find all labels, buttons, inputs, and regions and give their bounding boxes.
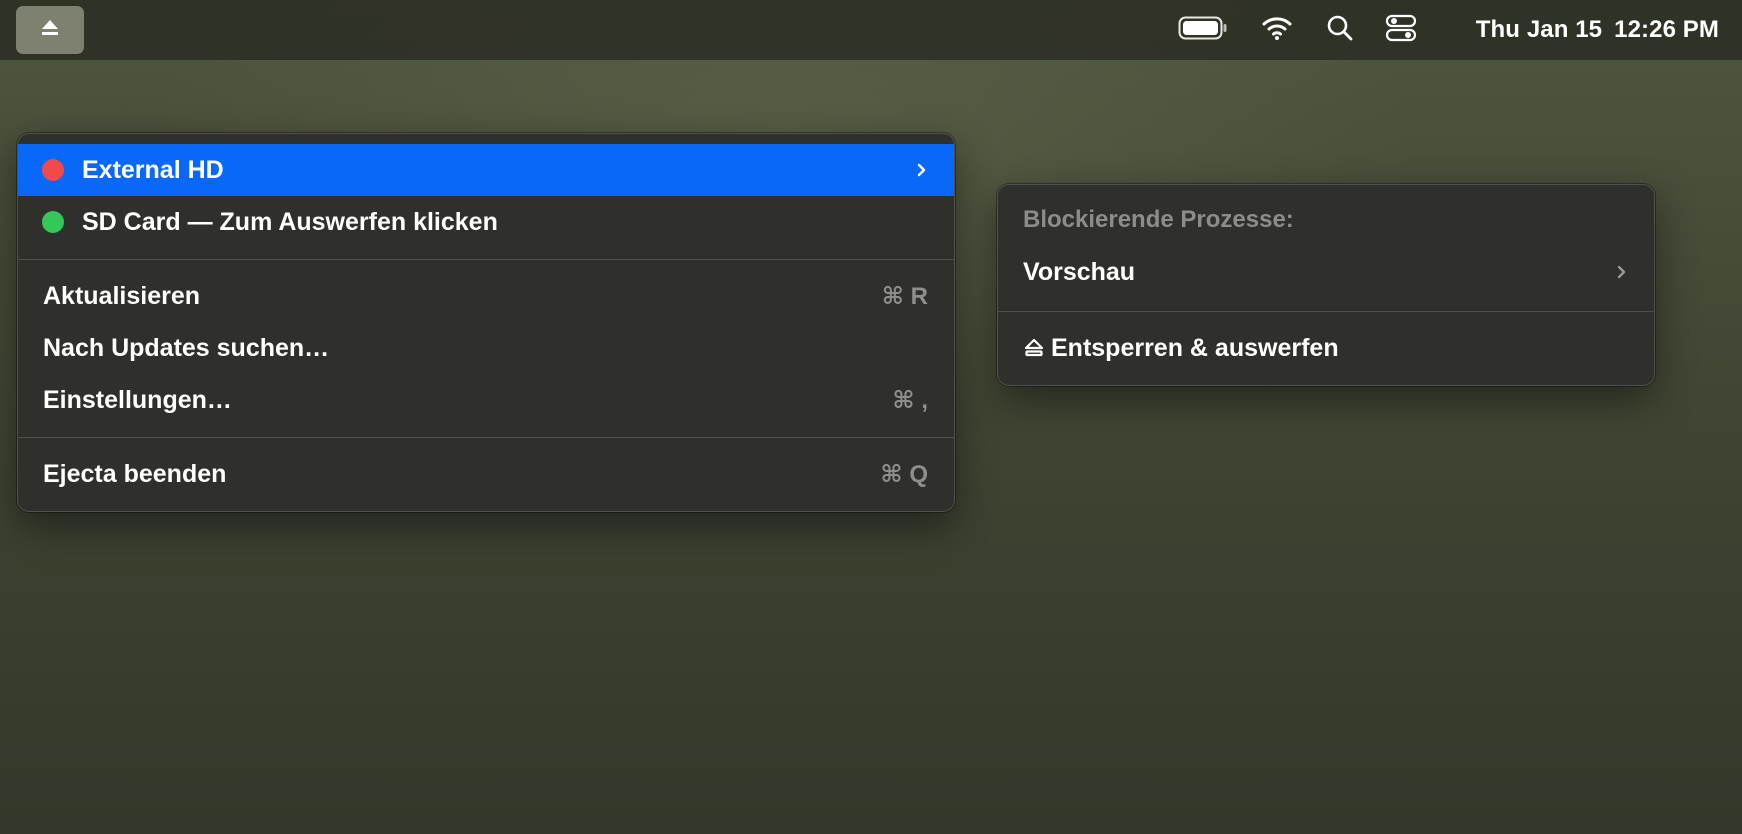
drive-item-label: SD Card — Zum Auswerfen klicken xyxy=(82,207,498,236)
wifi-status-item[interactable] xyxy=(1260,0,1294,60)
battery-status-item[interactable] xyxy=(1177,0,1229,60)
menu-divider xyxy=(998,311,1654,312)
clock-time: 12:26 PM xyxy=(1614,16,1719,43)
wifi-icon xyxy=(1262,15,1292,46)
menu-divider xyxy=(18,437,954,438)
menu-item-settings[interactable]: Einstellungen… ⌘ , xyxy=(18,374,954,426)
unlock-and-eject-label: Entsperren & auswerfen xyxy=(1051,333,1339,362)
menu-item-quit[interactable]: Ejecta beenden ⌘ Q xyxy=(18,448,954,500)
menu-item-shortcut: ⌘ R xyxy=(881,282,928,310)
battery-icon xyxy=(1178,15,1228,46)
menu-divider xyxy=(18,259,954,260)
chevron-right-icon xyxy=(916,144,928,196)
external-hd-submenu: Blockierende Prozesse: Vorschau Entsperr… xyxy=(997,184,1655,386)
menu-item-label: Einstellungen… xyxy=(43,385,232,414)
blocking-processes-heading: Blockierende Prozesse: xyxy=(1023,206,1294,233)
menubar-clock[interactable]: Thu Jan 15 12:26 PM xyxy=(1476,0,1719,60)
drive-item-label: External HD xyxy=(82,155,224,184)
eject-icon xyxy=(1023,337,1045,359)
drive-status-dot-green xyxy=(42,211,64,233)
control-center-icon xyxy=(1385,14,1417,47)
menu-item-shortcut: ⌘ Q xyxy=(880,460,928,488)
search-icon xyxy=(1326,14,1354,47)
drive-item-external-hd[interactable]: External HD xyxy=(18,144,954,196)
menu-bar: Thu Jan 15 12:26 PM xyxy=(0,0,1742,60)
control-center-status-item[interactable] xyxy=(1382,0,1420,60)
unlock-and-eject-item[interactable]: Entsperren & auswerfen xyxy=(998,322,1654,374)
process-item-label: Vorschau xyxy=(1023,257,1136,286)
drive-item-sd-card[interactable]: SD Card — Zum Auswerfen klicken xyxy=(18,196,954,248)
chevron-right-icon xyxy=(1616,246,1628,298)
menu-item-label: Ejecta beenden xyxy=(43,459,227,488)
eject-icon xyxy=(40,19,60,42)
drive-status-dot-red xyxy=(42,159,64,181)
ejecta-menu-extra-button[interactable] xyxy=(16,6,84,54)
menu-item-label: Nach Updates suchen… xyxy=(43,333,330,362)
spotlight-status-item[interactable] xyxy=(1323,0,1357,60)
menu-item-check-updates[interactable]: Nach Updates suchen… xyxy=(18,322,954,374)
process-item-vorschau[interactable]: Vorschau xyxy=(998,246,1654,298)
menu-item-shortcut: ⌘ , xyxy=(892,386,928,414)
ejecta-dropdown-menu: External HD SD Card — Zum Auswerfen klic… xyxy=(17,133,955,512)
menu-item-refresh[interactable]: Aktualisieren ⌘ R xyxy=(18,270,954,322)
menu-item-label: Aktualisieren xyxy=(43,281,201,310)
clock-date: Thu Jan 15 xyxy=(1475,16,1603,43)
